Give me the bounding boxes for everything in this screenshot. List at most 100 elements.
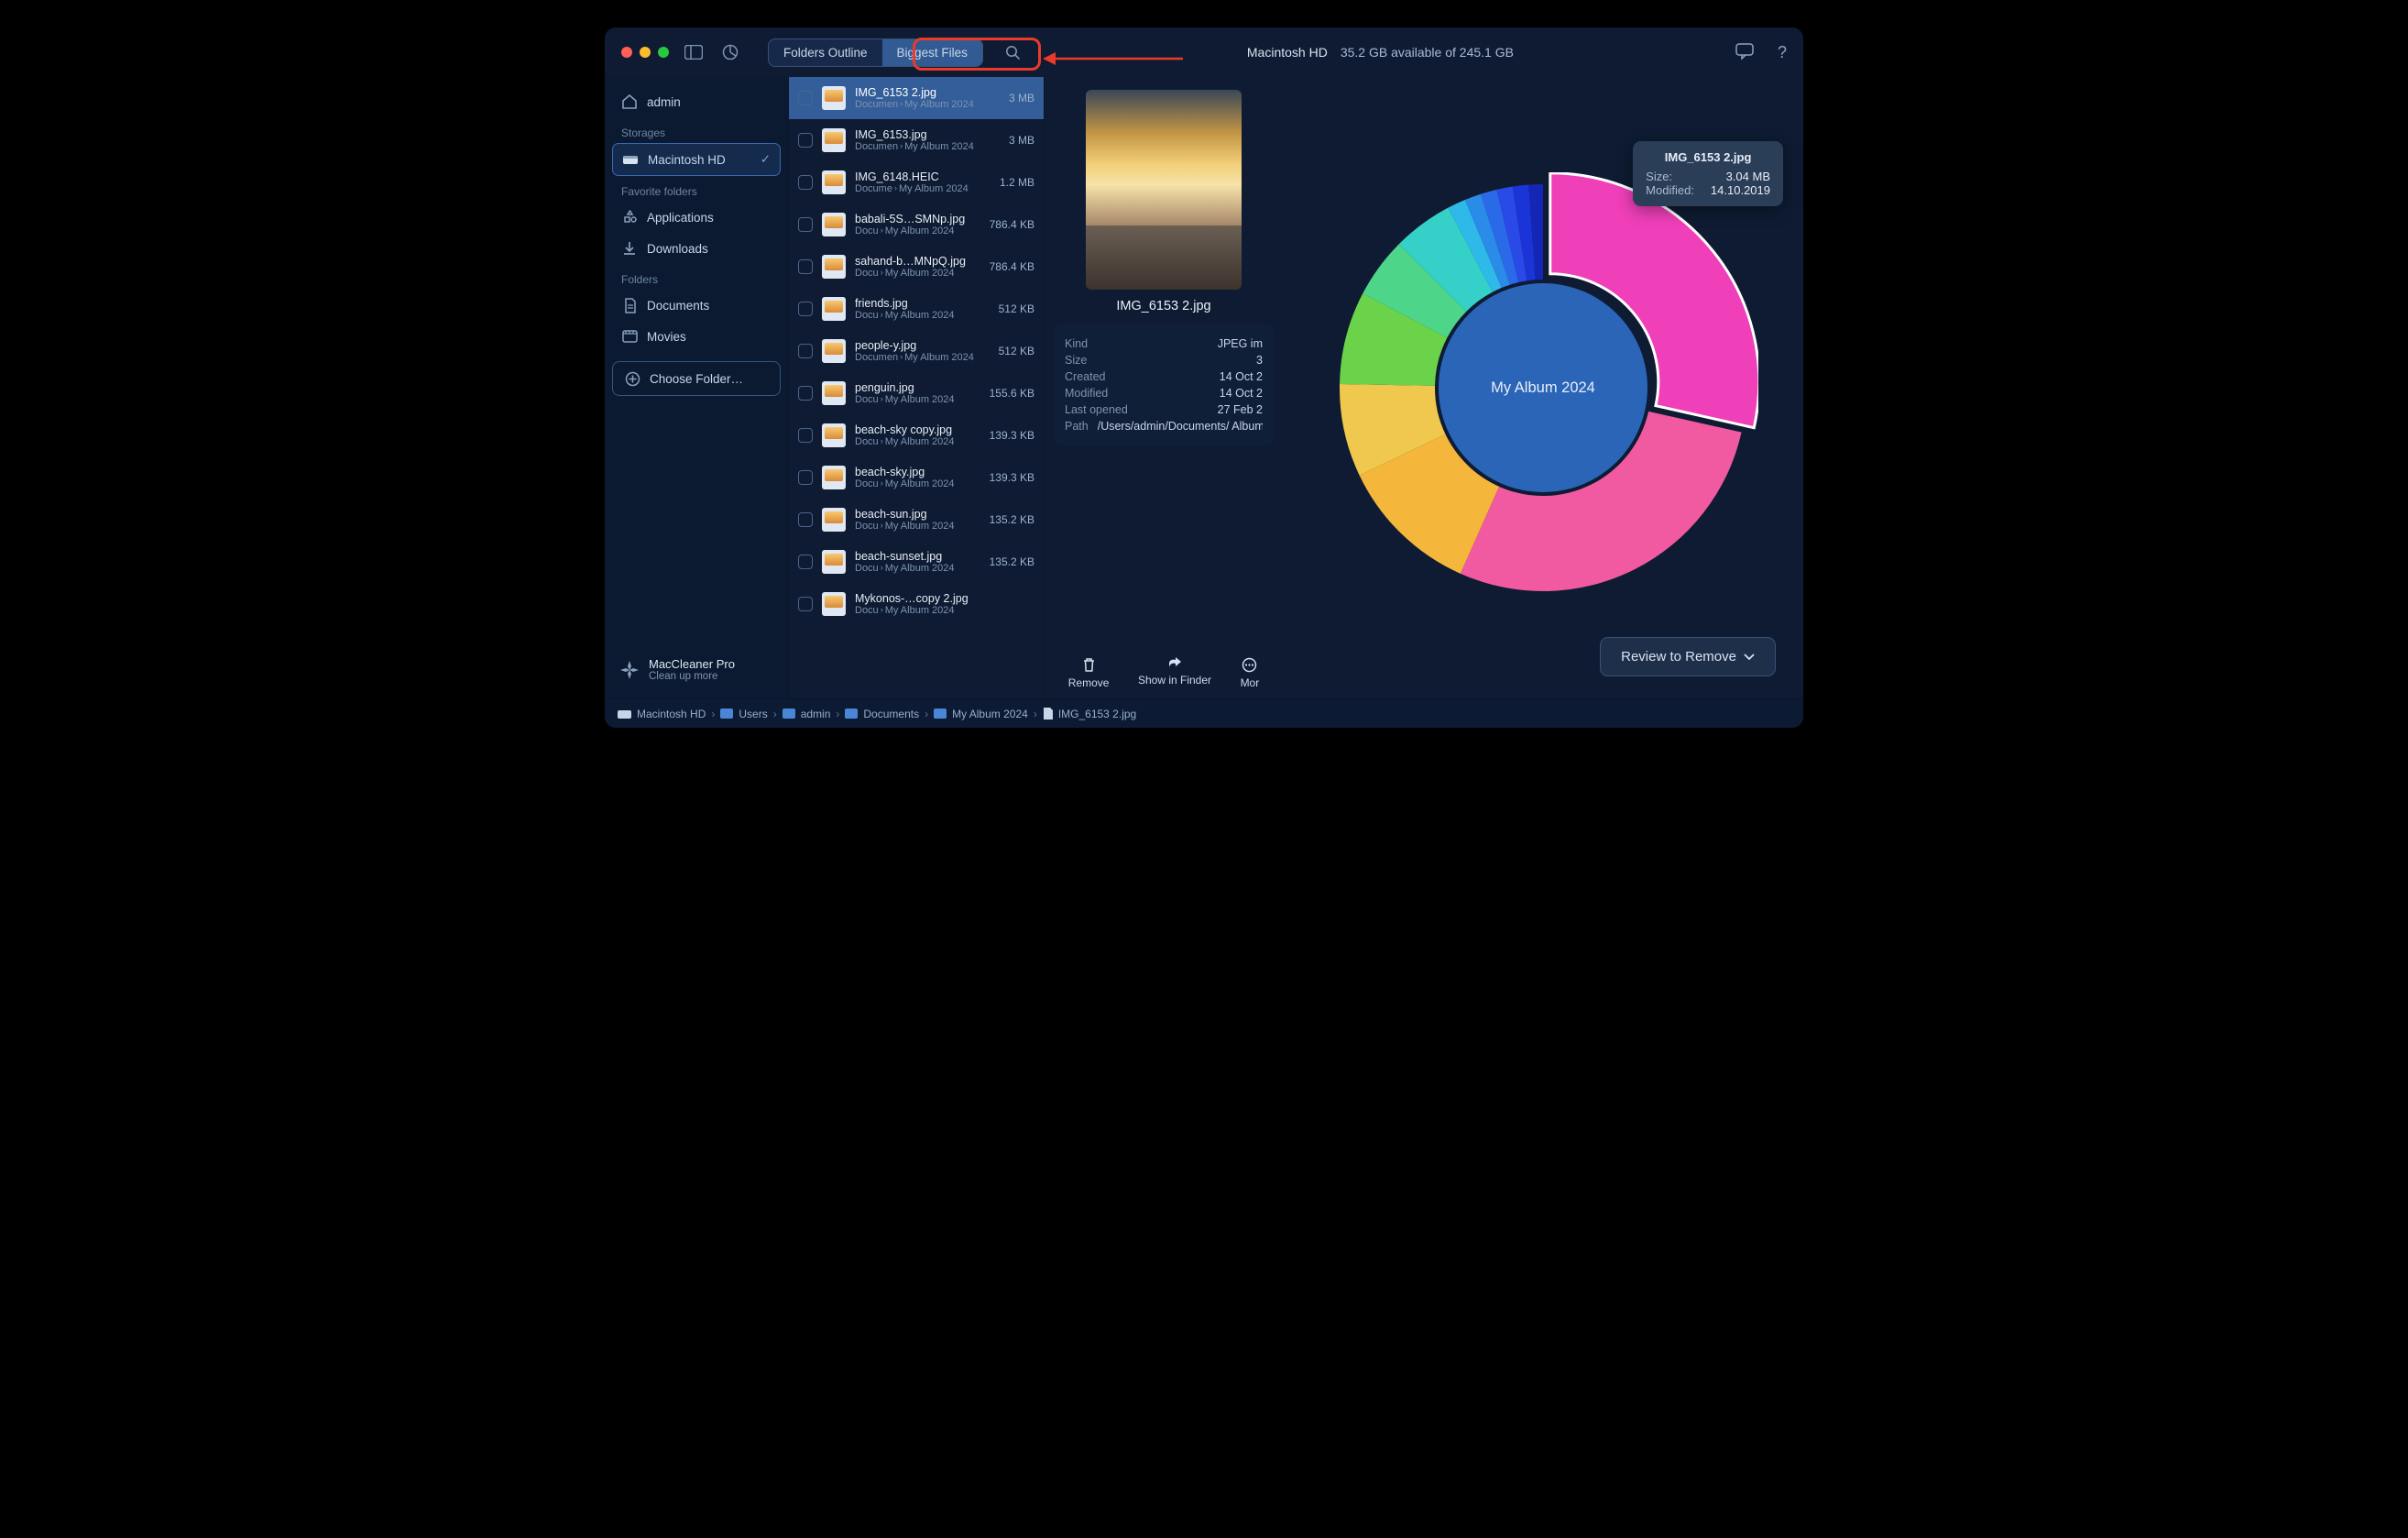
file-row[interactable]: sahand-b…MNpQ.jpg Docu›My Album 2024 786…: [789, 246, 1044, 288]
trash-icon: [1082, 657, 1096, 673]
file-row[interactable]: IMG_6153 2.jpg Documen›My Album 2024 3 M…: [789, 77, 1044, 119]
file-thumbnail: [822, 255, 846, 279]
disk-available: 35.2 GB available of 245.1 GB: [1341, 45, 1514, 60]
file-checkbox[interactable]: [798, 175, 813, 190]
show-in-finder-button[interactable]: Show in Finder: [1138, 657, 1211, 689]
sidebar-home-label: admin: [647, 95, 681, 109]
file-row[interactable]: Mykonos-…copy 2.jpg Docu›My Album 2024: [789, 583, 1044, 625]
sidebar-footer[interactable]: MacCleaner Pro Clean up more: [612, 650, 781, 689]
breadcrumb-segment[interactable]: admin: [783, 708, 831, 720]
file-name: beach-sunset.jpg: [855, 550, 980, 563]
review-to-remove-button[interactable]: Review to Remove: [1600, 637, 1776, 676]
tab-biggest-files[interactable]: Biggest Files: [882, 39, 982, 66]
apps-icon: [621, 209, 638, 225]
file-checkbox[interactable]: [798, 470, 813, 485]
file-row[interactable]: beach-sunset.jpg Docu›My Album 2024 135.…: [789, 541, 1044, 583]
view-mode-segmented: Folders OutlineBiggest Files: [768, 38, 983, 67]
file-path: Documen›My Album 2024: [855, 352, 990, 363]
file-checkbox[interactable]: [798, 259, 813, 274]
file-name: people-y.jpg: [855, 339, 990, 352]
detail-actions: Remove Show in Finder Mor: [1054, 648, 1274, 693]
file-checkbox[interactable]: [798, 91, 813, 105]
meta-row: Path /Users/admin/Documents/ Album 2024/…: [1065, 420, 1263, 433]
more-button[interactable]: Mor: [1241, 657, 1260, 689]
file-checkbox[interactable]: [798, 428, 813, 443]
file-name: beach-sky.jpg: [855, 466, 980, 478]
zoom-window-button[interactable]: [658, 47, 669, 58]
close-window-button[interactable]: [621, 47, 632, 58]
sidebar-storage-item[interactable]: Macintosh HD ✓: [612, 143, 781, 176]
file-row[interactable]: beach-sky.jpg Docu›My Album 2024 139.3 K…: [789, 456, 1044, 499]
file-thumbnail: [822, 550, 846, 574]
file-row[interactable]: beach-sun.jpg Docu›My Album 2024 135.2 K…: [789, 499, 1044, 541]
file-thumbnail: [822, 170, 846, 194]
preview-filename: IMG_6153 2.jpg: [1054, 299, 1274, 313]
donut-chart-panel: IMG_6153 2.jpgIMG_6153.jpgIMG_6148.HEICb…: [1283, 77, 1803, 698]
breadcrumb-segment[interactable]: IMG_6153 2.jpg: [1043, 708, 1136, 720]
file-checkbox[interactable]: [798, 217, 813, 232]
file-thumbnail: [822, 423, 846, 447]
file-row[interactable]: IMG_6148.HEIC Docume›My Album 2024 1.2 M…: [789, 161, 1044, 203]
sidebar-folder-item[interactable]: Documents: [612, 290, 781, 321]
file-checkbox[interactable]: [798, 512, 813, 527]
sidebar-folder-item[interactable]: Movies: [612, 321, 781, 352]
breadcrumb[interactable]: Macintosh HD›Users›admin›Documents›My Al…: [605, 698, 1803, 728]
file-checkbox[interactable]: [798, 555, 813, 569]
app-window: Folders OutlineBiggest Files Macintosh H…: [605, 27, 1803, 728]
breadcrumb-segment[interactable]: Macintosh HD: [618, 708, 706, 720]
file-row[interactable]: IMG_6153.jpg Documen›My Album 2024 3 MB: [789, 119, 1044, 161]
tooltip-row: Modified:14.10.2019: [1646, 183, 1770, 197]
file-name: friends.jpg: [855, 297, 990, 310]
meta-row: Modified 14 Oct 2: [1065, 387, 1263, 400]
tab-folders-outline[interactable]: Folders Outline: [769, 39, 882, 66]
file-row[interactable]: beach-sky copy.jpg Docu›My Album 2024 13…: [789, 414, 1044, 456]
breadcrumb-segment[interactable]: My Album 2024: [934, 708, 1028, 720]
tooltip-title: IMG_6153 2.jpg: [1646, 150, 1770, 164]
file-thumbnail: [822, 86, 846, 110]
file-thumbnail: [822, 508, 846, 532]
sidebar-fav-item[interactable]: Downloads: [612, 233, 781, 264]
storage-status: Macintosh HD 35.2 GB available of 245.1 …: [1247, 45, 1514, 60]
sidebar-section-favorites: Favorite folders: [612, 176, 781, 202]
more-icon: [1242, 657, 1257, 673]
disk-icon: [622, 151, 639, 168]
file-checkbox[interactable]: [798, 302, 813, 316]
file-thumbnail: [822, 592, 846, 616]
file-size: 512 KB: [999, 302, 1034, 315]
sidebar-home[interactable]: admin: [612, 86, 781, 117]
sidebar-fav-item[interactable]: Applications: [612, 202, 781, 233]
choose-folder-button[interactable]: Choose Folder…: [612, 361, 781, 396]
chart-view-icon[interactable]: [718, 40, 742, 64]
file-checkbox[interactable]: [798, 133, 813, 148]
file-path: Docume›My Album 2024: [855, 183, 991, 194]
file-checkbox[interactable]: [798, 344, 813, 358]
file-size: 155.6 KB: [990, 387, 1034, 400]
file-checkbox[interactable]: [798, 386, 813, 401]
breadcrumb-segment[interactable]: Documents: [845, 708, 919, 720]
file-list[interactable]: IMG_6153 2.jpg Documen›My Album 2024 3 M…: [789, 77, 1044, 698]
window-controls: [621, 47, 669, 58]
file-row[interactable]: penguin.jpg Docu›My Album 2024 155.6 KB: [789, 372, 1044, 414]
check-icon: ✓: [761, 152, 771, 167]
help-icon[interactable]: ?: [1778, 43, 1787, 62]
file-row[interactable]: people-y.jpg Documen›My Album 2024 512 K…: [789, 330, 1044, 372]
feedback-icon[interactable]: [1735, 43, 1754, 62]
sidebar-toggle-icon[interactable]: [682, 40, 706, 64]
footer-title: MacCleaner Pro: [649, 657, 735, 671]
file-path: Documen›My Album 2024: [855, 99, 1000, 110]
file-path: Docu›My Album 2024: [855, 478, 980, 489]
breadcrumb-segment[interactable]: Users: [720, 708, 767, 720]
donut-chart[interactable]: IMG_6153 2.jpgIMG_6153.jpgIMG_6148.HEICb…: [1328, 172, 1758, 603]
file-row[interactable]: babali-5S…SMNp.jpg Docu›My Album 2024 78…: [789, 203, 1044, 246]
minimize-window-button[interactable]: [640, 47, 651, 58]
file-size: 3 MB: [1009, 134, 1034, 147]
file-checkbox[interactable]: [798, 597, 813, 611]
file-row[interactable]: friends.jpg Docu›My Album 2024 512 KB: [789, 288, 1044, 330]
remove-button[interactable]: Remove: [1068, 657, 1110, 689]
file-size: 3 MB: [1009, 92, 1034, 104]
search-icon[interactable]: [1002, 40, 1025, 64]
file-path: Docu›My Album 2024: [855, 521, 980, 532]
file-preview: [1086, 90, 1242, 290]
file-name: IMG_6148.HEIC: [855, 170, 991, 183]
file-name: IMG_6153.jpg: [855, 128, 1000, 141]
